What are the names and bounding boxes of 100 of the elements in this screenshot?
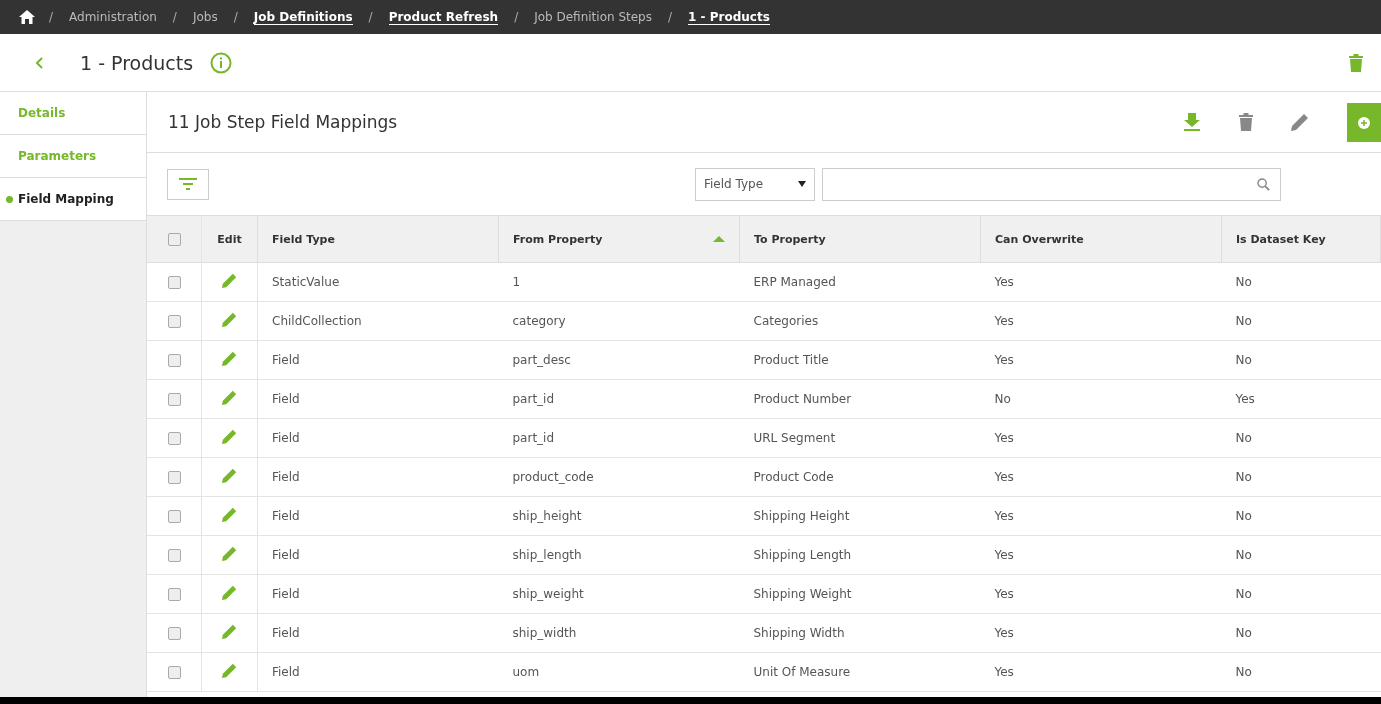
breadcrumb-separator: / bbox=[368, 10, 373, 24]
table-cell: Yes bbox=[1235, 392, 1255, 406]
pencil-icon[interactable] bbox=[222, 351, 237, 366]
add-button[interactable] bbox=[1347, 103, 1381, 142]
table-cell: Product Title bbox=[753, 353, 829, 367]
table-cell: Yes bbox=[994, 548, 1014, 562]
trash-icon[interactable] bbox=[1349, 53, 1363, 72]
pencil-icon[interactable] bbox=[1291, 113, 1309, 131]
breadcrumb-link[interactable]: 1 - Products bbox=[688, 9, 770, 25]
pencil-icon[interactable] bbox=[222, 663, 237, 678]
pencil-icon[interactable] bbox=[222, 273, 237, 288]
pencil-icon[interactable] bbox=[222, 312, 237, 327]
table-cell: Field bbox=[272, 626, 300, 640]
filter-icon bbox=[179, 178, 197, 190]
table-cell: ChildCollection bbox=[272, 314, 362, 328]
table-cell: No bbox=[1235, 314, 1252, 328]
sort-ascending-icon bbox=[713, 236, 725, 242]
field-type-dropdown[interactable]: Field Type bbox=[695, 167, 815, 201]
info-icon[interactable] bbox=[210, 51, 233, 74]
breadcrumb-separator: / bbox=[172, 10, 177, 24]
pencil-icon[interactable] bbox=[222, 429, 237, 444]
table-cell: uom bbox=[512, 665, 540, 679]
pencil-icon[interactable] bbox=[222, 546, 237, 561]
table-cell: Field bbox=[272, 587, 300, 601]
table-cell: No bbox=[1235, 470, 1252, 484]
download-icon[interactable] bbox=[1183, 113, 1201, 131]
table-cell: Field bbox=[272, 470, 300, 484]
search-field[interactable] bbox=[822, 167, 1281, 201]
table-cell: part_id bbox=[512, 392, 555, 406]
breadcrumb-link[interactable]: Job Definition Steps bbox=[534, 10, 652, 24]
breadcrumb-separator: / bbox=[49, 10, 54, 24]
table-cell: Yes bbox=[994, 314, 1014, 328]
table-cell: No bbox=[1235, 665, 1252, 679]
pencil-icon[interactable] bbox=[222, 507, 237, 522]
table-cell: Yes bbox=[994, 665, 1014, 679]
table-cell: Shipping Width bbox=[753, 626, 845, 640]
table-cell: Unit Of Measure bbox=[753, 665, 851, 679]
filter-button[interactable] bbox=[167, 168, 209, 200]
table-cell: No bbox=[1235, 509, 1252, 523]
table-cell: Yes bbox=[994, 626, 1014, 640]
table-cell: Product Code bbox=[753, 470, 834, 484]
row-checkbox[interactable] bbox=[167, 354, 181, 367]
table-cell: Yes bbox=[994, 587, 1014, 601]
table-cell: No bbox=[1235, 353, 1252, 367]
table-cell: No bbox=[1235, 587, 1252, 601]
search-icon bbox=[1257, 177, 1270, 191]
row-checkbox[interactable] bbox=[167, 393, 181, 406]
table-cell: StaticValue bbox=[272, 275, 340, 289]
table-cell: ERP Managed bbox=[753, 275, 836, 289]
breadcrumb-link[interactable]: Jobs bbox=[192, 10, 218, 24]
row-checkbox[interactable] bbox=[167, 549, 181, 562]
table-cell: Field bbox=[272, 392, 300, 406]
row-checkbox[interactable] bbox=[167, 432, 181, 445]
table-cell: category bbox=[512, 314, 566, 328]
row-checkbox[interactable] bbox=[167, 510, 181, 523]
active-dot-icon bbox=[6, 195, 13, 203]
table-cell: Yes bbox=[994, 353, 1014, 367]
pencil-icon[interactable] bbox=[222, 585, 237, 600]
table-cell: Categories bbox=[753, 314, 819, 328]
table-cell: ship_length bbox=[512, 548, 582, 562]
breadcrumb-link[interactable]: Administration bbox=[69, 10, 157, 24]
breadcrumb-separator: / bbox=[514, 10, 519, 24]
breadcrumb-separator: / bbox=[668, 10, 673, 24]
dropdown-value: Field Type bbox=[704, 177, 764, 191]
table-cell: No bbox=[1235, 626, 1252, 640]
table-cell: No bbox=[994, 392, 1011, 406]
row-checkbox[interactable] bbox=[167, 315, 181, 328]
table-cell: Yes bbox=[994, 470, 1014, 484]
row-checkbox[interactable] bbox=[167, 471, 181, 484]
table-cell: part_desc bbox=[512, 353, 571, 367]
breadcrumb-link[interactable]: Job Definitions bbox=[253, 9, 353, 25]
table-cell: Field bbox=[272, 509, 300, 523]
row-checkbox[interactable] bbox=[167, 588, 181, 601]
panel-title: 11 Job Step Field Mappings bbox=[168, 112, 398, 132]
dropdown-arrow-icon bbox=[798, 181, 806, 187]
table-cell: Shipping Length bbox=[753, 548, 852, 562]
table-cell: Shipping Height bbox=[753, 509, 850, 523]
sidebar-item[interactable]: Field Mapping bbox=[0, 178, 146, 221]
table-cell: Yes bbox=[994, 509, 1014, 523]
row-checkbox[interactable] bbox=[167, 666, 181, 679]
table-cell: Product Number bbox=[753, 392, 852, 406]
page-title: 1 - Products bbox=[80, 51, 194, 74]
home-icon[interactable] bbox=[19, 10, 35, 24]
table-cell: Field bbox=[272, 665, 300, 679]
table-cell: Field bbox=[272, 548, 300, 562]
pencil-icon[interactable] bbox=[222, 390, 237, 405]
pencil-icon[interactable] bbox=[222, 468, 237, 483]
table-cell: URL Segment bbox=[753, 431, 836, 445]
table-cell: Field bbox=[272, 431, 300, 445]
breadcrumb-link[interactable]: Product Refresh bbox=[388, 9, 499, 25]
row-checkbox[interactable] bbox=[167, 276, 181, 289]
pencil-icon[interactable] bbox=[222, 624, 237, 639]
table-cell: ship_height bbox=[512, 509, 582, 523]
back-chevron-icon[interactable] bbox=[35, 56, 43, 69]
select-all-checkbox[interactable] bbox=[167, 232, 181, 246]
trash-icon[interactable] bbox=[1239, 113, 1253, 131]
plus-circle-icon bbox=[1358, 116, 1370, 129]
table-cell: part_id bbox=[512, 431, 555, 445]
table-cell: 1 bbox=[512, 275, 521, 289]
row-checkbox[interactable] bbox=[167, 627, 181, 640]
